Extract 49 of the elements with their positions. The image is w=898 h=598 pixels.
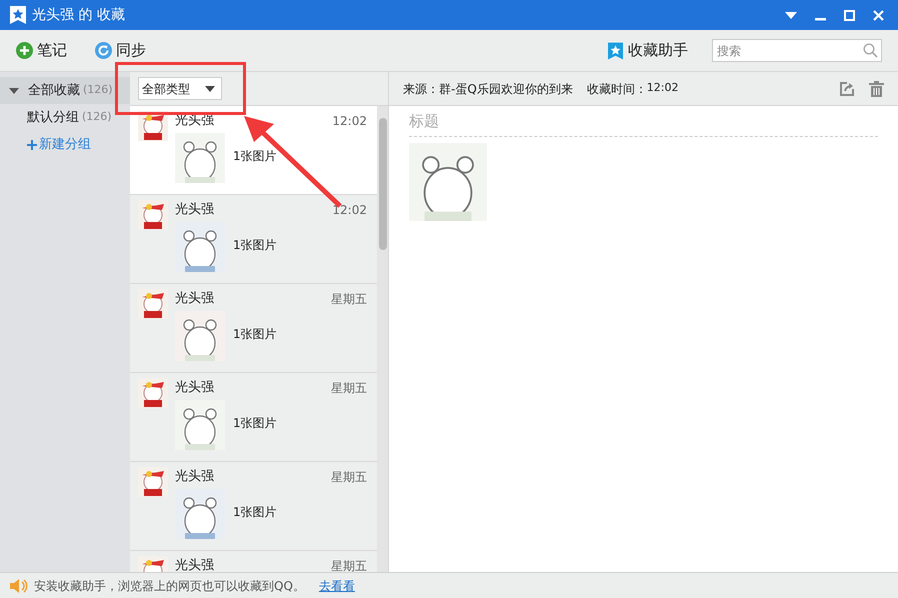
search-field[interactable]: 搜索 xyxy=(712,39,882,62)
sidebar-item[interactable]: 全部收藏 (126) xyxy=(0,77,130,104)
type-dropdown[interactable]: 全部类型 xyxy=(138,77,222,100)
dropdown-icon[interactable] xyxy=(785,12,797,18)
assistant-button[interactable]: 收藏助手 xyxy=(608,39,688,62)
window-title: 光头强 的 收藏 xyxy=(32,6,125,24)
item-time: 12:02 xyxy=(332,112,367,130)
item-summary: 1张图片 xyxy=(233,414,277,432)
item-time: 星期五 xyxy=(331,468,367,486)
saved-time: 12:02 xyxy=(646,80,678,96)
title-field[interactable]: 标题 xyxy=(409,110,878,132)
item-count: (126) xyxy=(83,82,113,98)
item-time: 星期五 xyxy=(331,380,367,397)
maximize-icon[interactable] xyxy=(844,10,855,20)
sender-name: 光头强 xyxy=(175,557,214,572)
star-icon xyxy=(10,6,26,24)
note-button[interactable]: 笔记 xyxy=(16,39,67,62)
source-label: 来源： xyxy=(403,80,439,98)
item-time: 星期五 xyxy=(331,558,367,572)
sender-name: 光头强 xyxy=(175,201,214,219)
item-time: 星期五 xyxy=(331,290,367,308)
speaker-icon xyxy=(10,578,28,594)
share-icon[interactable] xyxy=(839,80,855,96)
plus-icon xyxy=(27,140,37,150)
item-summary: 1张图片 xyxy=(233,148,277,164)
item-summary: 1张图片 xyxy=(233,326,277,342)
sidebar-label: 全部收藏 xyxy=(28,82,80,100)
item-time: 12:02 xyxy=(332,202,367,219)
collapse-icon[interactable] xyxy=(9,88,19,94)
sync-button[interactable]: 同步 xyxy=(95,39,146,62)
caret-icon xyxy=(205,86,215,92)
sync-icon xyxy=(95,42,112,59)
item-summary: 1张图片 xyxy=(233,236,277,254)
star-icon xyxy=(608,42,623,60)
scrollbar[interactable] xyxy=(377,106,388,572)
sender-name: 光头强 xyxy=(175,290,214,308)
time-label: 收藏时间： xyxy=(586,80,647,98)
item-summary: 1张图片 xyxy=(233,504,277,520)
sender-name: 光头强 xyxy=(175,379,214,397)
status-link[interactable]: 去看看 xyxy=(318,576,355,594)
plus-icon xyxy=(16,42,33,59)
trash-icon[interactable] xyxy=(869,80,884,96)
item-count: (126) xyxy=(82,109,112,126)
status-message: 安装收藏助手，浏览器上的网页也可以收藏到QQ。 xyxy=(34,578,305,594)
sidebar-item[interactable]: 默认分组 (126) xyxy=(0,104,130,131)
sender-name: 光头强 xyxy=(175,468,214,486)
source-text: 群-蛋Q乐园欢迎你的到来 xyxy=(439,80,573,98)
sidebar-label: 默认分组 xyxy=(27,108,79,127)
close-icon[interactable] xyxy=(873,10,884,20)
